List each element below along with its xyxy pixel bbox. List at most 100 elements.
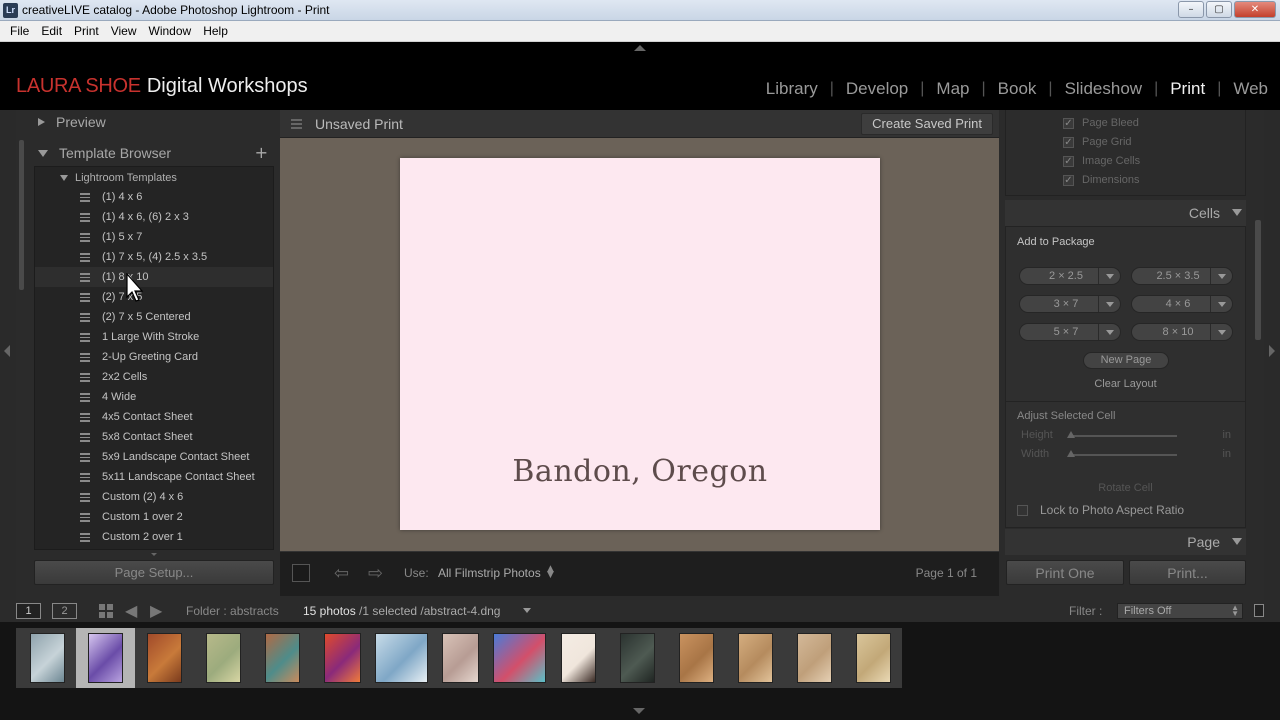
- left-panel-scrollbar[interactable]: [19, 140, 24, 290]
- cell-size-button[interactable]: 2.5 × 3.5: [1131, 267, 1233, 285]
- filmstrip-thumbnail[interactable]: [375, 633, 428, 683]
- cells-panel-header[interactable]: Cells: [1005, 200, 1246, 226]
- module-slideshow[interactable]: Slideshow: [1053, 79, 1155, 99]
- guide-page-grid[interactable]: ✓ Page Grid: [1063, 133, 1132, 151]
- use-select[interactable]: All Filmstrip Photos: [438, 566, 541, 580]
- template-item[interactable]: 2-Up Greeting Card: [35, 347, 273, 367]
- template-item[interactable]: (1) 5 x 7: [35, 227, 273, 247]
- filmstrip-thumbnail[interactable]: [620, 633, 655, 683]
- template-item[interactable]: 5x11 Landscape Contact Sheet: [35, 467, 273, 487]
- primary-display-button[interactable]: 1: [16, 603, 41, 619]
- cell-size-button[interactable]: 5 × 7: [1019, 323, 1121, 341]
- collapse-right-panel-icon[interactable]: [1269, 345, 1275, 357]
- right-panel-scrollbar[interactable]: [1255, 220, 1261, 340]
- width-slider[interactable]: Width in: [1021, 447, 1231, 463]
- filmstrip-thumbnail[interactable]: [679, 633, 714, 683]
- checkbox-checked-icon[interactable]: ✓: [1063, 174, 1074, 186]
- height-slider[interactable]: Height in: [1021, 428, 1231, 444]
- lock-aspect-ratio-option[interactable]: Lock to Photo Aspect Ratio: [1017, 503, 1184, 517]
- template-folder-lightroom[interactable]: Lightroom Templates: [35, 169, 177, 187]
- template-item[interactable]: 5x8 Contact Sheet: [35, 427, 273, 447]
- slider-track[interactable]: [1069, 435, 1177, 437]
- module-map[interactable]: Map: [924, 79, 981, 99]
- template-item[interactable]: (1) 4 x 6: [35, 187, 273, 207]
- dropdown-arrow-icon[interactable]: [1210, 324, 1232, 340]
- maximize-button[interactable]: ▢: [1206, 1, 1232, 18]
- filmstrip-thumbnail[interactable]: [147, 633, 182, 683]
- filter-select[interactable]: Filters Off ▲ ▼: [1117, 603, 1243, 619]
- guide-image-cells[interactable]: ✓ Image Cells: [1063, 152, 1140, 170]
- menu-help[interactable]: Help: [197, 24, 234, 38]
- template-item[interactable]: 4x5 Contact Sheet: [35, 407, 273, 427]
- forward-arrow-icon[interactable]: ▶: [150, 601, 162, 620]
- dropdown-arrow-icon[interactable]: [1098, 296, 1120, 312]
- page-panel-header[interactable]: Page: [1005, 529, 1246, 555]
- close-button[interactable]: ✕: [1234, 1, 1276, 18]
- filmstrip-thumbnail[interactable]: [30, 633, 65, 683]
- template-item[interactable]: (2) 7 x 5: [35, 287, 273, 307]
- filmstrip-thumbnail[interactable]: [561, 633, 596, 683]
- template-item[interactable]: Custom 2 over 1: [35, 527, 273, 547]
- slider-knob-icon[interactable]: [1067, 450, 1075, 457]
- filmstrip-thumbnail[interactable]: [493, 633, 546, 683]
- checkbox-checked-icon[interactable]: ✓: [1063, 117, 1074, 129]
- template-browser-header[interactable]: Template Browser +: [34, 141, 274, 165]
- print-one-button[interactable]: Print One: [1006, 560, 1124, 585]
- back-arrow-icon[interactable]: ◀: [125, 601, 137, 620]
- menu-window[interactable]: Window: [143, 24, 198, 38]
- previous-page-icon[interactable]: ⇦: [334, 563, 349, 584]
- filmstrip-thumbnail[interactable]: [206, 633, 241, 683]
- cell-size-button[interactable]: 2 × 2.5: [1019, 267, 1121, 285]
- secondary-display-button[interactable]: 2: [52, 603, 77, 619]
- guide-dimensions[interactable]: ✓ Dimensions: [1063, 171, 1139, 189]
- collapse-top-panel-icon[interactable]: [634, 45, 646, 51]
- filmstrip-thumbnail[interactable]: [738, 633, 773, 683]
- menu-edit[interactable]: Edit: [35, 24, 68, 38]
- photo-count-label[interactable]: 15 photos /1 selected /abstract-4.dng: [303, 604, 500, 618]
- module-print[interactable]: Print: [1158, 79, 1217, 99]
- template-item[interactable]: 2x2 Cells: [35, 367, 273, 387]
- module-book[interactable]: Book: [986, 79, 1049, 99]
- menu-file[interactable]: File: [4, 24, 35, 38]
- filmstrip-thumbnail[interactable]: [797, 633, 832, 683]
- new-page-button[interactable]: New Page: [1083, 352, 1169, 369]
- folder-source-label[interactable]: Folder : abstracts: [186, 604, 279, 618]
- print-button[interactable]: Print...: [1129, 560, 1246, 585]
- template-item[interactable]: Custom (2) 4 x 6: [35, 487, 273, 507]
- menu-print[interactable]: Print: [68, 24, 105, 38]
- module-library[interactable]: Library: [754, 79, 830, 99]
- page-setup-button[interactable]: Page Setup...: [34, 560, 274, 585]
- minimize-button[interactable]: –: [1178, 1, 1204, 18]
- module-web[interactable]: Web: [1221, 79, 1280, 99]
- cell-size-button[interactable]: 3 × 7: [1019, 295, 1121, 313]
- stop-icon[interactable]: [292, 564, 310, 582]
- guide-page-bleed[interactable]: ✓ Page Bleed: [1063, 114, 1139, 132]
- checkbox-checked-icon[interactable]: ✓: [1063, 136, 1074, 148]
- template-item[interactable]: (1) 4 x 6, (6) 2 x 3: [35, 207, 273, 227]
- template-item[interactable]: 5x9 Landscape Contact Sheet: [35, 447, 273, 467]
- rotate-cell-button[interactable]: Rotate Cell: [1006, 482, 1245, 494]
- filmstrip-thumbnail[interactable]: [442, 633, 479, 683]
- template-item[interactable]: 1 Large With Stroke: [35, 327, 273, 347]
- add-template-icon[interactable]: +: [255, 143, 268, 162]
- filmstrip-thumbnail[interactable]: [265, 633, 300, 683]
- grid-view-icon[interactable]: [99, 604, 113, 618]
- next-page-icon[interactable]: ⇨: [368, 563, 383, 584]
- menu-view[interactable]: View: [105, 24, 143, 38]
- template-item[interactable]: (1) 7 x 5, (4) 2.5 x 3.5: [35, 247, 273, 267]
- preview-panel-header[interactable]: Preview: [34, 110, 274, 134]
- cell-size-button[interactable]: 8 × 10: [1131, 323, 1233, 341]
- slider-knob-icon[interactable]: [1067, 431, 1075, 438]
- template-item[interactable]: 4 Wide: [35, 387, 273, 407]
- dropdown-arrow-icon[interactable]: [1210, 296, 1232, 312]
- clear-layout-button[interactable]: Clear Layout: [1006, 378, 1245, 390]
- use-select-updown-icon[interactable]: ▲ ▼: [547, 565, 554, 580]
- filter-lock-icon[interactable]: [1254, 604, 1264, 617]
- slider-track[interactable]: [1069, 454, 1177, 456]
- filmstrip-thumbnail[interactable]: [324, 633, 361, 683]
- dropdown-arrow-icon[interactable]: [1210, 268, 1232, 284]
- template-item[interactable]: (2) 7 x 5 Centered: [35, 307, 273, 327]
- print-page-preview[interactable]: Bandon, Oregon: [400, 158, 880, 530]
- create-saved-print-button[interactable]: Create Saved Print: [861, 113, 993, 135]
- dropdown-arrow-icon[interactable]: [1098, 324, 1120, 340]
